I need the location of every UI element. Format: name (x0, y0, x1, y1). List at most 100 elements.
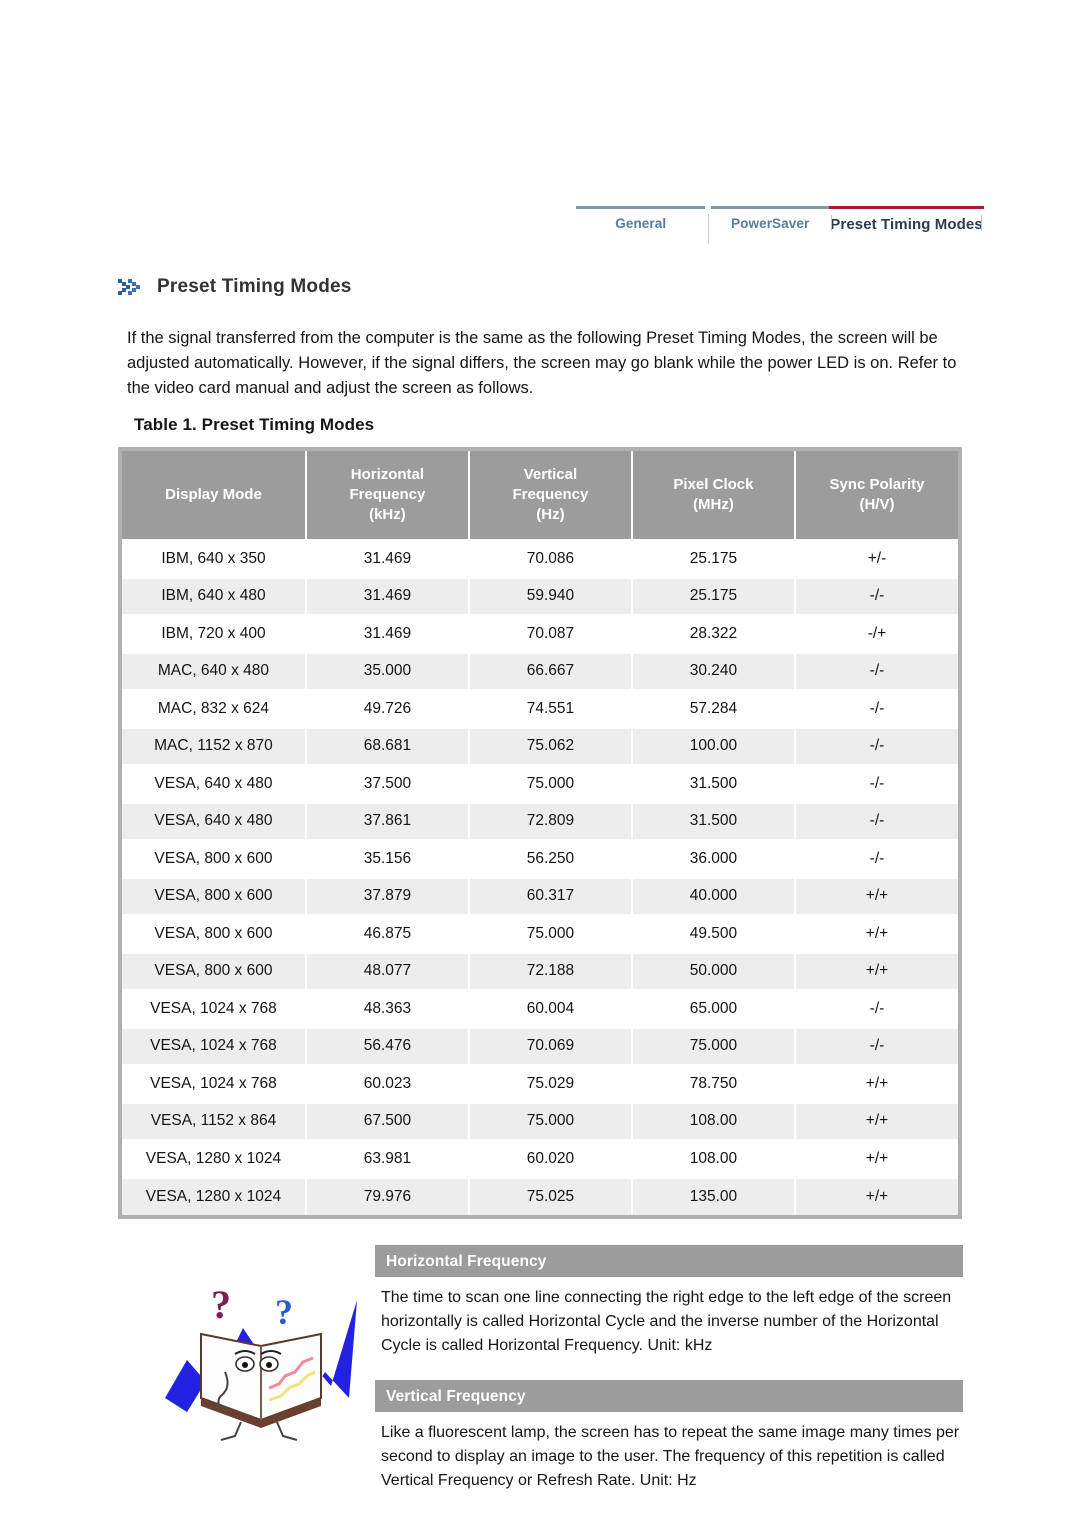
table-cell: -/- (794, 690, 958, 729)
table-cell: VESA, 640 x 480 (122, 765, 307, 804)
table-cell: VESA, 800 x 600 (122, 877, 307, 916)
table-cell: 36.000 (631, 840, 796, 879)
info-section-title: Vertical Frequency (375, 1380, 963, 1412)
table-column-header-line: Frequency (512, 486, 589, 503)
table-cell: 79.976 (305, 1177, 470, 1215)
double-chevron-icon (118, 279, 140, 295)
table-cell: 108.00 (631, 1140, 796, 1179)
table-row: IBM, 640 x 350 31.469 70.086 25.175 +/- (122, 540, 958, 579)
table-cell: 63.981 (305, 1140, 470, 1179)
table-row: VESA, 640 x 480 37.861 72.809 31.500 -/- (122, 802, 958, 841)
table-cell: -/- (794, 1027, 958, 1066)
table-cell: -/- (794, 652, 958, 691)
table-cell: VESA, 800 x 600 (122, 952, 307, 991)
table-column-header-2: Vertical Frequency (Hz) (468, 451, 633, 541)
table-cell: 100.00 (631, 727, 796, 766)
table-cell: 31.500 (631, 802, 796, 841)
page-title: Preset Timing Modes (157, 276, 352, 297)
table-cell: 78.750 (631, 1065, 796, 1104)
table-cell: 75.000 (468, 915, 633, 954)
table-cell: 25.175 (631, 577, 796, 616)
table-cell: 75.029 (468, 1065, 633, 1104)
table-cell: +/+ (794, 952, 958, 991)
table-cell: 37.861 (305, 802, 470, 841)
tab-general[interactable]: General (576, 206, 706, 231)
table-cell: MAC, 832 x 624 (122, 690, 307, 729)
table-cell: 49.726 (305, 690, 470, 729)
info-section-horizontal-frequency: Horizontal Frequency The time to scan on… (375, 1245, 963, 1358)
table-cell: +/+ (794, 1177, 958, 1215)
tab-powersaver[interactable]: PowerSaver (711, 206, 830, 231)
table-row: VESA, 800 x 600 46.875 75.000 49.500 +/+ (122, 915, 958, 954)
tab-powersaver-label: PowerSaver (731, 216, 810, 231)
table-cell: 70.087 (468, 615, 633, 654)
table-column-header-line: (kHz) (369, 506, 406, 523)
table-row: VESA, 640 x 480 37.500 75.000 31.500 -/- (122, 765, 958, 804)
table-cell: VESA, 1152 x 864 (122, 1102, 307, 1141)
table-cell: 35.156 (305, 840, 470, 879)
table-cell: 74.551 (468, 690, 633, 729)
table-row: VESA, 1152 x 864 67.500 75.000 108.00 +/+ (122, 1102, 958, 1141)
table-cell: MAC, 1152 x 870 (122, 727, 307, 766)
table-cell: 72.809 (468, 802, 633, 841)
table-cell: IBM, 640 x 480 (122, 577, 307, 616)
table-cell: 60.023 (305, 1065, 470, 1104)
table-cell: -/- (794, 802, 958, 841)
table-row: VESA, 1024 x 768 56.476 70.069 75.000 -/- (122, 1027, 958, 1066)
table-cell: -/- (794, 577, 958, 616)
table-cell: 35.000 (305, 652, 470, 691)
table-row: IBM, 640 x 480 31.469 59.940 25.175 -/- (122, 577, 958, 616)
table-cell: 31.469 (305, 540, 470, 579)
table-cell: 75.000 (631, 1027, 796, 1066)
table-cell: 40.000 (631, 877, 796, 916)
table-column-header-3: Pixel Clock (MHz) (631, 451, 796, 541)
table-cell: 48.077 (305, 952, 470, 991)
table-column-header-line: (H/V) (859, 496, 895, 513)
table-cell: IBM, 640 x 350 (122, 540, 307, 579)
table-column-header-line: Pixel Clock (673, 476, 754, 493)
table-cell: VESA, 800 x 600 (122, 915, 307, 954)
table-column-header-line: Frequency (349, 486, 426, 503)
table-cell: +/+ (794, 877, 958, 916)
preset-timing-modes-table-container: Display Mode Horizontal Frequency (kHz) Vert… (118, 447, 962, 1219)
open-book-question-marks-illustration: ? ? (165, 1282, 357, 1441)
table-cell: 75.025 (468, 1177, 633, 1215)
info-section-gap (375, 1358, 963, 1380)
table-cell: 56.476 (305, 1027, 470, 1066)
table-cell: 60.020 (468, 1140, 633, 1179)
tab-general-label: General (615, 216, 667, 231)
table-row: MAC, 640 x 480 35.000 66.667 30.240 -/- (122, 652, 958, 691)
table-cell: 56.250 (468, 840, 633, 879)
table-column-header-line: (Hz) (536, 506, 565, 523)
table-column-header-4: Sync Polarity (H/V) (794, 451, 958, 541)
table-row: MAC, 832 x 624 49.726 74.551 57.284 -/- (122, 690, 958, 729)
table-cell: 65.000 (631, 990, 796, 1029)
table-cell: +/+ (794, 1102, 958, 1141)
table-caption: Table 1. Preset Timing Modes (134, 415, 375, 434)
info-sections: Horizontal Frequency The time to scan on… (375, 1245, 963, 1493)
table-row: VESA, 1280 x 1024 79.976 75.025 135.00 +/+ (122, 1177, 958, 1215)
table-cell: 31.469 (305, 615, 470, 654)
tab-preset-timing-modes[interactable]: Preset Timing Modes (829, 206, 985, 233)
table-cell: -/- (794, 840, 958, 879)
table-cell: 70.086 (468, 540, 633, 579)
table-cell: 46.875 (305, 915, 470, 954)
tab-powersaver-rule (711, 206, 830, 209)
table-cell: +/+ (794, 1065, 958, 1104)
table-cell: 67.500 (305, 1102, 470, 1141)
table-cell: 59.940 (468, 577, 633, 616)
tab-active-edge-right (981, 215, 983, 231)
table-cell: 75.000 (468, 1102, 633, 1141)
table-column-header-line: Horizontal (350, 466, 425, 483)
info-section-vertical-frequency: Vertical Frequency Like a fluorescent la… (375, 1380, 963, 1493)
table-column-header-1: Horizontal Frequency (kHz) (305, 451, 470, 541)
svg-text:?: ? (275, 1292, 293, 1332)
table-cell: +/- (794, 540, 958, 579)
table-cell: 108.00 (631, 1102, 796, 1141)
table-cell: 75.000 (468, 765, 633, 804)
table-cell: 31.469 (305, 577, 470, 616)
table-column-header-line: (MHz) (693, 496, 734, 513)
table-column-header-line: Display Mode (165, 486, 262, 503)
preset-timing-modes-table: Display Mode Horizontal Frequency (kHz) Vert… (122, 451, 958, 1215)
table-cell: 50.000 (631, 952, 796, 991)
